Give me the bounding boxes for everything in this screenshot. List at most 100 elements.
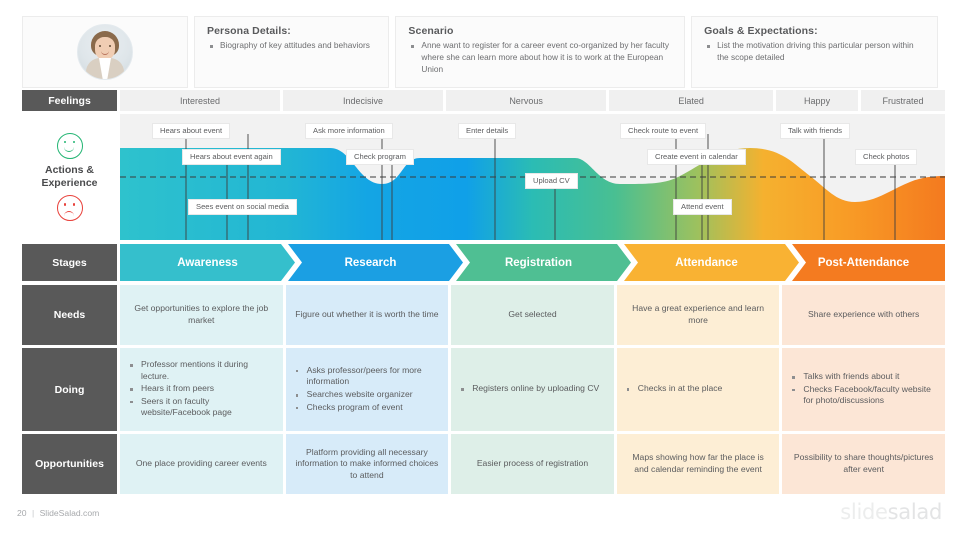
opportunity-cell-0: One place providing career events	[120, 434, 283, 494]
goals-panel: Goals & Expectations: List the motivatio…	[691, 16, 938, 88]
feeling-cell-5: Frustrated	[861, 90, 946, 111]
feeling-cell-4: Happy	[776, 90, 859, 111]
persona-details-list: Biography of key attitudes and behaviors	[207, 40, 378, 52]
opportunities-row: Opportunities One place providing career…	[22, 434, 945, 494]
callout-10: Talk with friends	[780, 123, 851, 140]
opportunities-label: Opportunities	[22, 434, 117, 494]
callout-3: Ask more information	[305, 123, 393, 140]
list-item: Biography of key attitudes and behaviors	[207, 40, 378, 52]
list-item: Registers online by uploading CV	[459, 383, 599, 395]
opportunities-cells: One place providing career events Platfor…	[120, 434, 945, 494]
list-item: List the motivation driving this particu…	[704, 40, 927, 64]
goals-list: List the motivation driving this particu…	[704, 40, 927, 64]
actions-experience-band: Actions & Experience Hears about event H…	[0, 114, 960, 240]
stage-label: Registration	[504, 256, 573, 269]
list-item: Checks program of event	[294, 402, 443, 414]
persona-strip: Persona Details: Biography of key attitu…	[22, 16, 938, 88]
stage-label: Awareness	[177, 256, 238, 269]
callout-4: Check program	[346, 149, 414, 166]
stage-chevrons: Awareness Research Registration Attendance P…	[120, 244, 945, 281]
needs-cell-4: Share experience with others	[782, 285, 945, 345]
scenario-list: Anne want to register for a career event…	[408, 40, 674, 75]
feeling-cell-3: Elated	[609, 90, 774, 111]
callout-5: Enter details	[458, 123, 517, 140]
scenario-panel: Scenario Anne want to register for a car…	[395, 16, 686, 88]
logo-light: salad	[887, 500, 943, 524]
stage-chevron-research[interactable]: Research	[288, 244, 463, 281]
goals-title: Goals & Expectations:	[704, 25, 818, 37]
feelings-label: Feelings	[22, 90, 117, 111]
doing-list: Registers online by uploading CV	[459, 383, 599, 396]
needs-cell-1: Figure out whether it is worth the time	[285, 285, 449, 345]
persona-photo-panel	[22, 16, 188, 88]
doing-row: Doing Professor mentions it during lectu…	[22, 348, 945, 431]
needs-label: Needs	[22, 285, 117, 345]
actions-experience-label: Actions & Experience	[22, 114, 117, 240]
callout-7: Check route to event	[620, 123, 707, 140]
stage-chevron-post-attendance[interactable]: Post-Attendance	[792, 244, 945, 281]
list-item: Asks professor/peers for more informatio…	[294, 365, 443, 388]
doing-list: Professor mentions it during lecture. Hea…	[128, 359, 277, 420]
sad-face-icon	[56, 195, 83, 222]
avatar	[77, 24, 133, 80]
callout-6: Upload CV	[525, 173, 578, 190]
experience-wave-chart: Hears about event Hears about event again…	[120, 114, 945, 240]
feelings-row: Feelings Interested Indecisive Nervous Elat…	[22, 90, 946, 111]
stage-chevron-awareness[interactable]: Awareness	[120, 244, 295, 281]
feeling-cell-2: Nervous	[446, 90, 607, 111]
needs-cell-0: Get opportunities to explore the job mar…	[120, 285, 283, 345]
footer-separator: |	[31, 508, 35, 518]
persona-details-title: Persona Details:	[207, 25, 291, 37]
callout-2: Sees event on social media	[188, 199, 297, 216]
needs-row: Needs Get opportunities to explore the j…	[22, 285, 945, 345]
list-item: Seers it on faculty website/Facebook pag…	[128, 396, 277, 419]
list-item: Searches website organizer	[294, 389, 443, 401]
page-number: 20	[17, 508, 27, 518]
doing-cell-3: Checks in at the place	[616, 348, 780, 431]
list-item: Professor mentions it during lecture.	[128, 359, 277, 382]
list-item: Hears it from peers	[128, 383, 277, 395]
opportunity-cell-4: Possibility to share thoughts/pictures a…	[782, 434, 945, 494]
scenario-title: Scenario	[408, 25, 454, 37]
stage-chevron-attendance[interactable]: Attendance	[624, 244, 799, 281]
footer-left: 20 | SlideSalad.com	[17, 508, 99, 518]
doing-cell-2: Registers online by uploading CV	[451, 348, 614, 431]
callout-8: Create event in calendar	[647, 149, 746, 166]
callout-0: Hears about event	[152, 123, 231, 140]
needs-cell-3: Have a great experience and learn more	[616, 285, 780, 345]
journey-map-slide: Persona Details: Biography of key attitu…	[0, 0, 960, 540]
doing-cell-4: Talks with friends about it Checks Facebo…	[782, 348, 945, 431]
doing-cell-1: Asks professor/peers for more informatio…	[285, 348, 449, 431]
callout-1: Hears about event again	[182, 149, 281, 166]
callout-11: Check photos	[855, 149, 918, 166]
stage-label: Post-Attendance	[817, 256, 910, 269]
opportunity-cell-2: Easier process of registration	[451, 434, 614, 494]
list-item: Talks with friends about it	[790, 371, 939, 383]
needs-cells: Get opportunities to explore the job mar…	[120, 285, 945, 345]
doing-list: Checks in at the place	[625, 383, 722, 396]
stage-label: Research	[344, 256, 397, 269]
callout-9: Attend event	[673, 199, 732, 216]
opportunity-cell-1: Platform providing all necessary informa…	[285, 434, 449, 494]
doing-cells: Professor mentions it during lecture. Hea…	[120, 348, 945, 431]
doing-cell-0: Professor mentions it during lecture. Hea…	[120, 348, 283, 431]
feeling-cell-1: Indecisive	[283, 90, 444, 111]
stage-label: Attendance	[675, 256, 738, 269]
happy-face-icon	[56, 132, 83, 159]
doing-list: Asks professor/peers for more informatio…	[294, 365, 443, 414]
needs-cell-2: Get selected	[451, 285, 614, 345]
list-item: Anne want to register for a career event…	[408, 40, 674, 75]
actions-experience-caption: Actions & Experience	[41, 163, 98, 189]
logo-bold: slide	[840, 500, 888, 524]
list-item: Checks in at the place	[625, 383, 722, 395]
stage-chevron-registration[interactable]: Registration	[456, 244, 631, 281]
feelings-cells: Interested Indecisive Nervous Elated Happy Fr…	[120, 90, 946, 111]
feeling-cell-0: Interested	[120, 90, 281, 111]
list-item: Checks Facebook/faculty website for phot…	[790, 384, 939, 407]
footer-site: SlideSalad.com	[39, 508, 100, 518]
slidesalad-logo: slidesalad	[840, 500, 942, 524]
doing-list: Talks with friends about it Checks Facebo…	[790, 371, 939, 408]
persona-details-panel: Persona Details: Biography of key attitu…	[194, 16, 390, 88]
opportunity-cell-3: Maps showing how far the place is and ca…	[616, 434, 780, 494]
stages-label: Stages	[22, 244, 117, 281]
